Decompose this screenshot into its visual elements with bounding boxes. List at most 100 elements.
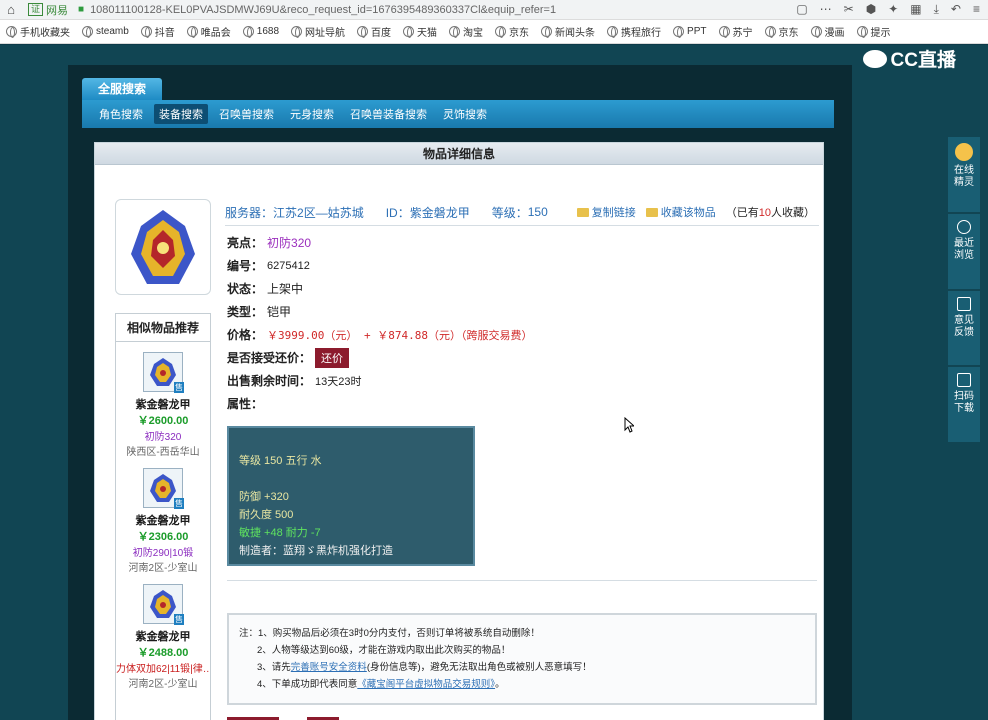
globe-icon xyxy=(140,26,152,38)
cc-logo: CC直播 xyxy=(862,45,956,72)
bookmark-label: 提示 xyxy=(870,28,891,39)
account-security-link[interactable]: 完善账号安全资料 xyxy=(291,662,367,673)
highlight-value: 初防320 xyxy=(267,236,312,250)
bookmark-item[interactable]: 携程旅行 xyxy=(601,24,667,39)
similar-item-thumb[interactable]: 售 xyxy=(143,352,184,393)
similar-item-name: 紫金磐龙甲 xyxy=(135,631,191,643)
more-icon[interactable]: ⋯ xyxy=(820,2,832,17)
similar-item-thumb[interactable]: 售 xyxy=(143,468,184,509)
divider xyxy=(227,580,817,581)
similar-item-price: ￥2488.00 xyxy=(137,647,189,659)
type-key: 类型： xyxy=(227,305,264,319)
clock-icon xyxy=(957,219,971,234)
collect-button[interactable]: 收藏该物品 xyxy=(645,204,716,220)
bookmark-item[interactable]: 手机收藏夹 xyxy=(0,24,76,39)
highlight-key: 亮点： xyxy=(227,236,264,250)
sub-tab[interactable]: 角色搜索 xyxy=(94,104,148,124)
browser-toolbar: ▢ ⋯ ✂ ⬢ ✦ ▦ ⤓ ↶ ≡ xyxy=(796,2,988,17)
collect-count-prefix: （已有 xyxy=(725,207,759,219)
bookmark-item[interactable]: PPT xyxy=(667,26,712,38)
bookmark-item[interactable]: 苏宁 xyxy=(713,24,759,39)
undo-icon[interactable]: ↶ xyxy=(951,2,961,17)
scissors-icon[interactable]: ✂ xyxy=(844,2,854,17)
collect-count: （已有10人收藏） xyxy=(726,204,815,220)
menu-icon[interactable]: ≡ xyxy=(973,2,980,17)
notice-line-3-suffix: (身份信息等)，避免无法取出角色或被别人恶意填写！ xyxy=(366,662,592,673)
code-value: 6275412 xyxy=(267,259,310,272)
floatbar-item[interactable]: 扫码下载 xyxy=(948,367,980,442)
bookmark-label: PPT xyxy=(687,26,707,37)
bookmark-item[interactable]: 漫画 xyxy=(805,24,851,39)
globe-icon xyxy=(291,26,303,38)
floatbar-item[interactable]: 在线精灵 xyxy=(948,137,980,212)
bookmark-item[interactable]: 淘宝 xyxy=(443,24,489,39)
bookmark-label: 百度 xyxy=(371,28,392,39)
copy-link-label: 复制链接 xyxy=(591,207,636,219)
shield-icon[interactable]: ⬢ xyxy=(866,2,876,17)
tab-all-server-search[interactable]: 全服搜索 xyxy=(82,78,162,100)
panel-title: 物品详细信息 xyxy=(95,143,823,165)
bookmark-label: 唯品会 xyxy=(200,28,231,39)
counter-offer-key: 是否接受还价： xyxy=(227,351,312,365)
lock-icon: ■ xyxy=(78,4,85,15)
notice-line-1: 注：1、购买物品后必须在3时0分内支付，否则订单将被系统自动删除！ xyxy=(239,628,540,639)
home-icon[interactable]: ⌂ xyxy=(0,2,22,17)
bookmark-item[interactable]: 网址导航 xyxy=(285,24,351,39)
bookmark-item[interactable]: steamb xyxy=(76,26,135,38)
grid-icon[interactable]: ▦ xyxy=(910,2,921,17)
similar-item[interactable]: 售紫金磐龙甲 ￥2488.00 力体双加62|11锻|律… 河南2区-少室山 xyxy=(116,584,210,690)
bookmark-label: 京东 xyxy=(778,28,799,39)
bookmark-item[interactable]: 京东 xyxy=(489,24,535,39)
floatbar-label: 意见反馈 xyxy=(954,314,974,338)
sub-tab[interactable]: 灵饰搜索 xyxy=(438,104,492,124)
globe-icon xyxy=(82,26,93,38)
bookmark-item[interactable]: 抖音 xyxy=(135,24,181,39)
floatbar-item[interactable]: 意见反馈 xyxy=(948,290,980,366)
bookmark-label: steamb xyxy=(96,26,129,37)
attr-line-defense: 防御 +320 xyxy=(239,491,289,503)
counter-offer-row: 是否接受还价： 还价 xyxy=(227,346,817,369)
bookmark-label: 抖音 xyxy=(154,28,175,39)
similar-item-name: 紫金磐龙甲 xyxy=(135,515,191,527)
globe-icon xyxy=(673,26,685,38)
bookmark-item[interactable]: 天猫 xyxy=(397,24,443,39)
similar-item-thumb[interactable]: 售 xyxy=(143,584,184,625)
cc-logo-text: CC直播 xyxy=(890,50,956,71)
remaining-time-value: 13天23时 xyxy=(315,375,362,388)
extension-icon[interactable]: ✦ xyxy=(888,2,898,17)
cc-logo-icon xyxy=(862,49,887,68)
sub-tab[interactable]: 召唤兽装备搜索 xyxy=(345,104,432,124)
trade-rules-link[interactable]: 《藏宝阁平台虚拟物品交易规则》 xyxy=(357,679,495,690)
bookmark-item[interactable]: 京东 xyxy=(759,24,805,39)
download-icon[interactable]: ⤓ xyxy=(934,2,939,17)
globe-icon xyxy=(6,26,17,38)
similar-item-price: ￥2306.00 xyxy=(137,531,189,543)
bookmark-item[interactable]: 百度 xyxy=(351,24,397,39)
copy-link-button[interactable]: 复制链接 xyxy=(576,204,636,220)
similar-item[interactable]: 售紫金磐龙甲 ￥2600.00 初防320 陕西区-西岳华山 xyxy=(116,352,210,458)
floatbar-item[interactable]: 最近浏览 xyxy=(948,213,980,289)
globe-icon xyxy=(186,26,198,38)
level-value: 150 xyxy=(527,205,548,219)
attributes-box: 等级 150 五行 水 防御 +320 耐久度 500 敏捷 +48 耐力 -7… xyxy=(227,426,475,566)
sub-tab[interactable]: 召唤兽搜索 xyxy=(214,104,279,124)
remaining-time-key: 出售剩余时间： xyxy=(227,374,312,388)
url-field[interactable]: 108011100128-KEL0PVAJSDMWJ69U&reco_reque… xyxy=(90,4,650,16)
server-value[interactable]: 江苏2区—姑苏城 xyxy=(273,204,364,221)
status-key: 状态： xyxy=(227,282,264,296)
bookmark-item[interactable]: 唯品会 xyxy=(181,24,237,39)
globe-icon xyxy=(357,26,369,38)
sub-tab[interactable]: 元身搜索 xyxy=(285,104,339,124)
bookmark-item[interactable]: 提示 xyxy=(851,24,897,39)
sub-tab[interactable]: 装备搜索 xyxy=(154,104,208,124)
similar-item-location: 河南2区-少室山 xyxy=(128,679,198,690)
similar-item[interactable]: 售紫金磐龙甲 ￥2306.00 初防290|10锻 河南2区-少室山 xyxy=(116,468,210,574)
similar-item-tag: 初防290|10锻 xyxy=(132,548,194,559)
attributes-key: 属性： xyxy=(227,397,264,411)
attr-line-level: 等级 150 五行 水 xyxy=(239,455,322,467)
bookmark-item[interactable]: 1688 xyxy=(237,26,285,38)
bookmark-item[interactable]: 新闻头条 xyxy=(535,24,601,39)
reader-icon[interactable]: ▢ xyxy=(796,2,807,17)
globe-icon xyxy=(607,26,619,38)
counter-offer-button[interactable]: 还价 xyxy=(315,347,350,368)
